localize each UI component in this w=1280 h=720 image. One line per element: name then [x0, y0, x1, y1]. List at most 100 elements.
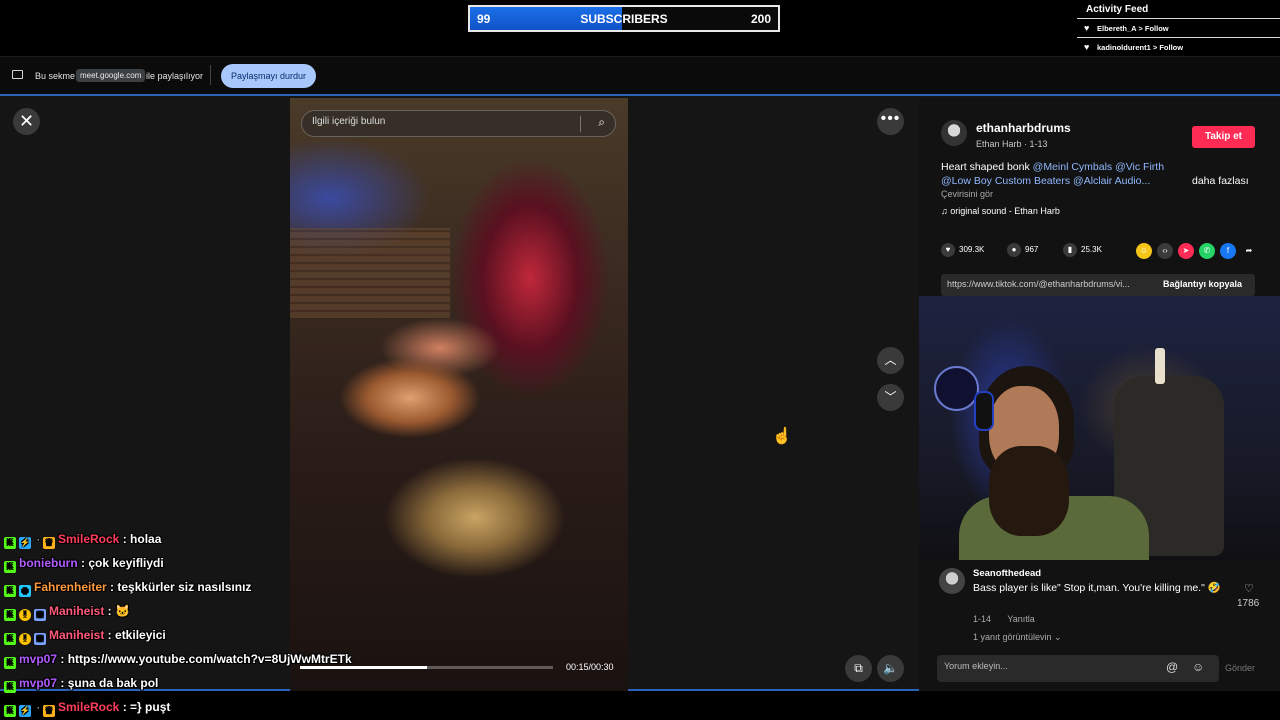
related-search-bar: ⌕ [301, 110, 616, 137]
close-icon[interactable]: ✕ [13, 108, 40, 135]
send-comment-button[interactable]: Gönder [1225, 663, 1255, 673]
chat-text: https://www.youtube.com/watch?v=8UjWwMtr… [67, 652, 352, 666]
activity-feed-item: ♥ Elbereth_A > Follow [1077, 18, 1280, 37]
stop-sharing-button[interactable]: Paylaşmayı durdur [221, 64, 316, 88]
chat-text: etkileyici [115, 628, 166, 642]
facebook-icon[interactable]: f [1220, 243, 1236, 259]
chat-username[interactable]: Maniheist [49, 628, 104, 642]
copy-link-button[interactable]: Bağlantıyı kopyala [1163, 279, 1242, 289]
kick-badge-icon: K [4, 537, 16, 549]
comment-count: 967 [1025, 245, 1039, 255]
chat-username[interactable]: bonieburn [19, 556, 78, 570]
author-username[interactable]: ethanharbdrums [976, 121, 1071, 135]
chevron-down-icon[interactable]: ﹀ [877, 384, 904, 411]
chat-message: K! ⊞ Maniheist : etkileyici [4, 626, 484, 650]
kick-badge-icon: K [4, 681, 16, 693]
chat-colon: : [57, 652, 68, 666]
volume-icon[interactable]: 🔈 [877, 655, 904, 682]
chat-message: Kbonieburn : çok keyifliydi [4, 554, 484, 578]
chat-username[interactable]: Fahrenheiter [34, 580, 107, 594]
follow-button[interactable]: Takip et [1192, 126, 1255, 148]
chat-badge-icon: ♛ [43, 537, 55, 549]
streamer-webcam [919, 296, 1280, 560]
chat-text: teşkkürler siz nasılsınız [117, 580, 252, 594]
comment-input[interactable] [944, 661, 1144, 671]
chat-colon: : [57, 676, 68, 690]
repost-icon[interactable]: ☺ [1136, 243, 1152, 259]
share-arrow-icon[interactable]: ➦ [1241, 243, 1257, 259]
subscriber-label: SUBSCRIBERS [580, 12, 668, 26]
music-note-icon: ♫ [941, 206, 951, 216]
mini-player-icon[interactable]: ⧉ [845, 655, 872, 682]
reply-button[interactable]: Yanıtla [1007, 614, 1034, 624]
chat-overlay: K ⚡ · ♛ SmileRock : holaa Kbonieburn : çok ke… [4, 530, 484, 720]
more-options-icon[interactable]: ••• [877, 108, 904, 135]
post-details-panel: ethanharbdrums Ethan Harb · 1-13 Takip e… [919, 98, 1280, 691]
heart-icon: ♥ [1084, 23, 1090, 33]
comment-like-heart-icon[interactable]: ♡ [1244, 582, 1254, 595]
sound-link[interactable]: ♫ original sound - Ethan Harb [941, 206, 1060, 216]
stream-screen: 99 SUBSCRIBERS 200 Activity Feed ♥ Elbere… [0, 0, 1280, 720]
chat-badge-icon: ♛ [43, 705, 55, 717]
comment-text: Bass player is like" Stop it,man. You're… [973, 582, 1221, 594]
search-icon[interactable]: ⌕ [598, 115, 605, 130]
whatsapp-icon[interactable]: ✆ [1199, 243, 1215, 259]
share-link-box: https://www.tiktok.com/@ethanharbdrums/v… [941, 274, 1255, 296]
banner-divider [210, 65, 211, 85]
commenter-avatar[interactable] [939, 568, 965, 594]
chat-text: çok keyifliydi [88, 556, 164, 570]
view-replies-link[interactable]: 1 yanıt görüntülevin ⌄ [973, 632, 1062, 643]
comment-meta: 1-14 Yanıtla [973, 614, 1049, 624]
post-description: Heart shaped bonk @Meinl Cymbals @Vic Fi… [941, 160, 1175, 188]
chat-badge-icon: ◆ [19, 585, 31, 597]
subscriber-goal: 200 [750, 12, 771, 26]
chat-colon: : [119, 700, 131, 714]
show-more-link[interactable]: daha fazlası [1192, 175, 1249, 187]
chat-badge-icon: ⊞ [34, 633, 46, 645]
related-search-input[interactable] [312, 116, 572, 127]
chat-badge-icon: ! [19, 633, 31, 645]
lamp [1155, 348, 1165, 384]
activity-action: Follow [1159, 43, 1184, 52]
chat-badge-icon: ! [19, 609, 31, 621]
chat-username[interactable]: mvp07 [19, 652, 57, 666]
wall-clock [934, 366, 979, 411]
save-stat[interactable]: ▮ 25.3K [1063, 243, 1102, 257]
chat-username[interactable]: SmileRock [58, 532, 119, 546]
kick-badge-icon: K [4, 633, 16, 645]
chat-colon: : [104, 628, 116, 642]
activity-user: Elbereth_A [1097, 24, 1137, 33]
chat-username[interactable]: Maniheist [49, 604, 104, 618]
search-divider [580, 116, 581, 132]
comment-stat[interactable]: ● 967 [1007, 243, 1038, 257]
share-suffix: ile paylaşılıyor [146, 71, 204, 81]
mention-icon[interactable]: @ [1166, 660, 1178, 674]
chat-colon: : [106, 580, 118, 594]
commenter-username[interactable]: Seanofthedead [973, 568, 1041, 579]
chevron-up-icon[interactable]: ︿ [877, 347, 904, 374]
badge-separator: · [37, 703, 40, 713]
emoji-icon[interactable]: ☺ [1192, 660, 1204, 674]
video-time: 00:15/00:30 [566, 662, 614, 672]
activity-action: Follow [1144, 24, 1169, 33]
chat-colon: : [77, 556, 89, 570]
author-avatar[interactable] [941, 120, 967, 146]
like-stat[interactable]: ♥ 309.3K [941, 243, 984, 257]
see-translation-link[interactable]: Çevirisini gör [941, 189, 993, 199]
send-icon[interactable]: ➤ [1178, 243, 1194, 259]
chat-message: K ⚡ · ♛ SmileRock : holaa [4, 530, 484, 554]
share-link-url[interactable]: https://www.tiktok.com/@ethanharbdrums/v… [947, 279, 1152, 289]
embed-icon[interactable]: ‹› [1157, 243, 1173, 259]
streamer-beard [989, 446, 1069, 536]
screen-share-icon [12, 70, 23, 79]
chat-username[interactable]: mvp07 [19, 676, 57, 690]
comment-input-box: @ ☺ [937, 655, 1219, 682]
tab-sharing-banner: Bu sekme meet.google.com ile paylaşılıyo… [0, 56, 1280, 94]
share-domain: meet.google.com [76, 69, 146, 82]
comment-icon: ● [1007, 243, 1021, 257]
chat-message: K ⚡ · ♛ SmileRock : =} puşt [4, 698, 484, 720]
activity-feed-item: ♥ kadinoldurent1 > Follow [1077, 37, 1280, 56]
chat-username[interactable]: SmileRock [58, 700, 119, 714]
chat-message: K ◆ Fahrenheiter : teşkkürler siz nasılsın… [4, 578, 484, 602]
chat-message: K! ⊞ Maniheist : 🐱 [4, 602, 484, 626]
